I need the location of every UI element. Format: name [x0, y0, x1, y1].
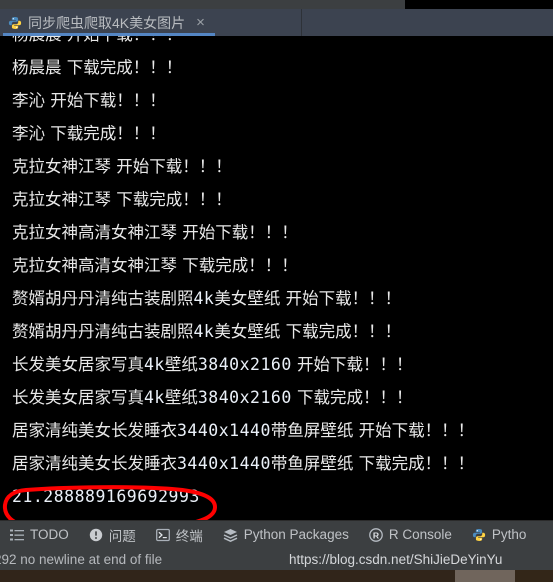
taskbar-segment-right	[515, 570, 553, 582]
console-cjk-token: 赘婿胡丹丹清纯古装剧照	[12, 289, 194, 308]
console-cjk-token: 居家清纯美女长发睡衣	[12, 421, 177, 440]
console-line: 长发美女居家写真4k壁纸3840x2160 下载完成！！！	[12, 388, 413, 408]
console-line: 克拉女神江琴 开始下载！！！	[12, 157, 232, 177]
status-bar-message: 292 no newline at end of file	[0, 551, 163, 567]
console-line: 21.288889169692993	[12, 487, 200, 507]
desktop-taskbar-remnant	[0, 570, 553, 582]
console-line: 杨晨晨 开始下载！！！	[12, 36, 182, 45]
tool-window-terminal[interactable]: 终端	[146, 521, 213, 549]
tool-window-python-console-label: Pytho	[491, 527, 527, 542]
console-ascii-token: 3840x2160	[197, 355, 292, 374]
console-ascii-token: 4k	[193, 289, 215, 308]
console-line: 赘婿胡丹丹清纯古装剧照4k美女壁纸 下载完成！！！	[12, 322, 401, 342]
r-console-icon: R	[368, 527, 383, 542]
console-ascii-token: 3440x1440	[177, 421, 271, 440]
tool-window-r-console[interactable]: R R Console	[359, 521, 462, 549]
tool-window-problems[interactable]: 问题	[79, 521, 146, 549]
status-bar: 292 no newline at end of file https://bl…	[0, 548, 553, 570]
console-cjk-token: 李沁 下载完成！！！	[12, 124, 166, 143]
console-cjk-token: 居家清纯美女长发睡衣	[12, 454, 177, 473]
console-line: 赘婿胡丹丹清纯古装剧照4k美女壁纸 开始下载！！！	[12, 289, 401, 309]
console-cjk-token: 克拉女神江琴 下载完成！！！	[12, 190, 232, 209]
console-cjk-token: 长发美女居家写真	[12, 355, 144, 374]
console-cjk-token: 李沁 开始下载！！！	[12, 91, 166, 110]
console-ascii-token: 4k	[193, 322, 215, 341]
tool-window-python-packages[interactable]: Python Packages	[213, 521, 359, 549]
editor-tab-bar: 同步爬虫爬取4K美女图片 ×	[0, 9, 553, 36]
console-cjk-token: 美女壁纸 开始下载！！！	[214, 289, 402, 308]
console-ascii-token: 21.288889169692993	[12, 487, 200, 506]
console-ascii-token: 4k	[144, 355, 165, 374]
tool-window-todo-label: TODO	[30, 527, 69, 542]
console-cjk-token: 杨晨晨 开始下载！！！	[12, 36, 182, 44]
console-line: 居家清纯美女长发睡衣3440x1440带鱼屏壁纸 开始下载！！！	[12, 421, 474, 441]
console-cjk-token: 壁纸	[164, 355, 198, 374]
todo-list-icon	[10, 528, 24, 542]
window-top-edge	[0, 0, 553, 9]
console-line: 杨晨晨 下载完成！！！	[12, 58, 182, 78]
blog-watermark: https://blog.csdn.net/ShiJieDeYinYu	[289, 551, 503, 567]
console-cjk-token: 克拉女神江琴 开始下载！！！	[12, 157, 232, 176]
console-line: 居家清纯美女长发睡衣3440x1440带鱼屏壁纸 下载完成！！！	[12, 454, 474, 474]
tool-window-r-console-label: R Console	[388, 527, 452, 542]
taskbar-segment-highlight	[455, 570, 515, 582]
tool-window-python-packages-label: Python Packages	[243, 527, 349, 542]
tool-window-bar: TODO 问题 终端 Python Packages R R Console P…	[0, 520, 553, 548]
tool-window-python-console[interactable]: Pytho	[462, 521, 537, 549]
taskbar-segment-left	[0, 570, 455, 582]
console-cjk-token: 长发美女居家写真	[12, 388, 144, 407]
console-line: 克拉女神高清女神江琴 下载完成！！！	[12, 256, 298, 276]
console-cjk-token: 克拉女神高清女神江琴 下载完成！！！	[12, 256, 298, 275]
editor-tab-bar-empty-area	[301, 9, 553, 36]
console-cjk-token: 克拉女神高清女神江琴 开始下载！！！	[12, 223, 298, 242]
console-ascii-token: 3440x1440	[177, 454, 271, 473]
console-cjk-token: 赘婿胡丹丹清纯古装剧照	[12, 322, 194, 341]
python-file-icon	[8, 16, 22, 30]
svg-text:R: R	[373, 530, 380, 540]
console-line: 李沁 开始下载！！！	[12, 91, 166, 111]
run-console-output[interactable]: 杨晨晨 开始下载！！！ 杨晨晨 下载完成！！！ 李沁 开始下载！！！ 李沁 下载完成！…	[0, 36, 553, 520]
console-cjk-token: 杨晨晨 下载完成！！！	[12, 58, 183, 77]
editor-tab-label: 同步爬虫爬取4K美女图片	[28, 14, 186, 31]
terminal-icon	[155, 528, 170, 542]
console-line: 长发美女居家写真4k壁纸3840x2160 开始下载！！！	[12, 355, 413, 375]
console-cjk-token: 壁纸	[164, 388, 198, 407]
console-line: 李沁 下载完成！！！	[12, 124, 166, 144]
console-cjk-token: 下载完成！！！	[291, 388, 413, 407]
warning-circle-icon	[89, 528, 103, 542]
close-icon[interactable]: ×	[196, 15, 205, 30]
console-cjk-token: 美女壁纸 下载完成！！！	[214, 322, 402, 341]
python-icon	[472, 528, 486, 542]
console-line: 克拉女神高清女神江琴 开始下载！！！	[12, 223, 298, 243]
tool-window-problems-label: 问题	[108, 528, 136, 544]
tool-window-terminal-label: 终端	[175, 528, 203, 544]
console-line: 克拉女神江琴 下载完成！！！	[12, 190, 232, 210]
window-top-edge-left	[0, 0, 405, 9]
console-ascii-token: 4k	[144, 388, 165, 407]
editor-tab-active[interactable]: 同步爬虫爬取4K美女图片 ×	[0, 9, 213, 36]
layers-icon	[223, 528, 238, 542]
console-cjk-token: 带鱼屏壁纸 开始下载！！！	[270, 421, 475, 440]
console-cjk-token: 开始下载！！！	[291, 355, 413, 374]
console-cjk-token: 带鱼屏壁纸 下载完成！！！	[270, 454, 475, 473]
console-ascii-token: 3840x2160	[197, 388, 292, 407]
tool-window-todo[interactable]: TODO	[0, 521, 79, 549]
